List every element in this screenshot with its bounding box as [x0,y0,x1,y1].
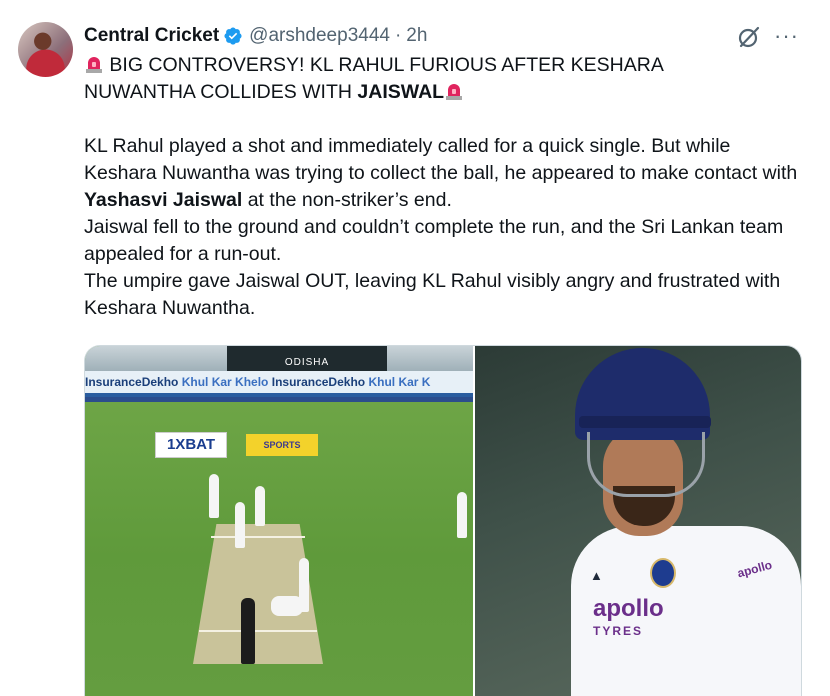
verified-badge-icon [224,27,242,45]
boundary-rope [85,397,473,402]
siren-emoji-icon [86,57,102,73]
body-paragraph-3: The umpire gave Jaiswal OUT, leaving KL … [84,270,781,319]
separator-dot: · [394,25,402,46]
author-name[interactable]: Central Cricket [84,25,219,47]
tweet: Central Cricket @arshdeep3444 · 2h ··· B… [0,0,830,696]
tweet-text: BIG CONTROVERSY! KL RAHUL FURIOUS AFTER … [84,52,804,322]
crease [211,536,305,538]
author-handle[interactable]: @arshdeep3444 [249,25,390,47]
headline-line-1: BIG CONTROVERSY! KL RAHUL FURIOUS AFTER … [109,54,664,76]
bowler [255,486,265,526]
ad-text: Khul Kar K [368,375,431,389]
fielder [457,492,467,538]
match-photo[interactable]: ODISHA InsuranceDekho Khul Kar Khelo Ins… [85,346,473,696]
helmet-grille [587,432,705,497]
grok-icon[interactable] [736,24,762,50]
ad-text: InsuranceDekho [85,375,179,389]
ground-logo: 1XBAT [155,432,227,458]
tweet-header: Central Cricket @arshdeep3444 · 2h [84,22,427,50]
sponsor-sub: TYRES [593,624,644,638]
media-grid: ODISHA InsuranceDekho Khul Kar Khelo Ins… [84,345,802,696]
fallen-batter [271,596,303,616]
ad-boundary-board: InsuranceDekho Khul Kar Khelo InsuranceD… [85,371,473,397]
fielder [209,474,219,518]
body-paragraph-1: KL Rahul played a shot and immediately c… [84,133,804,214]
team-crest [650,558,676,588]
umpire [241,598,255,664]
sponsor-logo: apollo TYRES [593,595,683,642]
sponsor-name: apollo [593,595,664,622]
crease [199,630,317,632]
helmet-visor [579,416,711,428]
headline-bold-name: JAISWAL [357,81,445,103]
ground-logo: SPORTS [246,434,318,456]
stadium-board: ODISHA [227,346,387,371]
avatar[interactable] [18,22,73,77]
ad-text: InsuranceDekho [271,375,366,389]
body-paragraph-2: Jaiswal fell to the ground and couldn’t … [84,216,784,265]
body-text: KL Rahul played a shot and immediately c… [84,135,798,184]
player-photo[interactable]: ▲ apollo TYRES apollo [475,346,801,696]
timestamp[interactable]: 2h [406,25,427,47]
batter [235,502,245,548]
more-options-icon[interactable]: ··· [774,24,799,48]
body-bold-name: Yashasvi Jaiswal [84,189,243,211]
headline: BIG CONTROVERSY! KL RAHUL FURIOUS AFTER … [84,52,804,106]
ad-text: Khul Kar Khelo [181,375,269,389]
kit-maker-logo: ▲ [590,568,603,583]
body-text: at the non-striker’s end. [242,189,452,211]
siren-emoji-icon [446,84,463,100]
headline-line-2: NUWANTHA COLLIDES WITH [84,81,358,103]
